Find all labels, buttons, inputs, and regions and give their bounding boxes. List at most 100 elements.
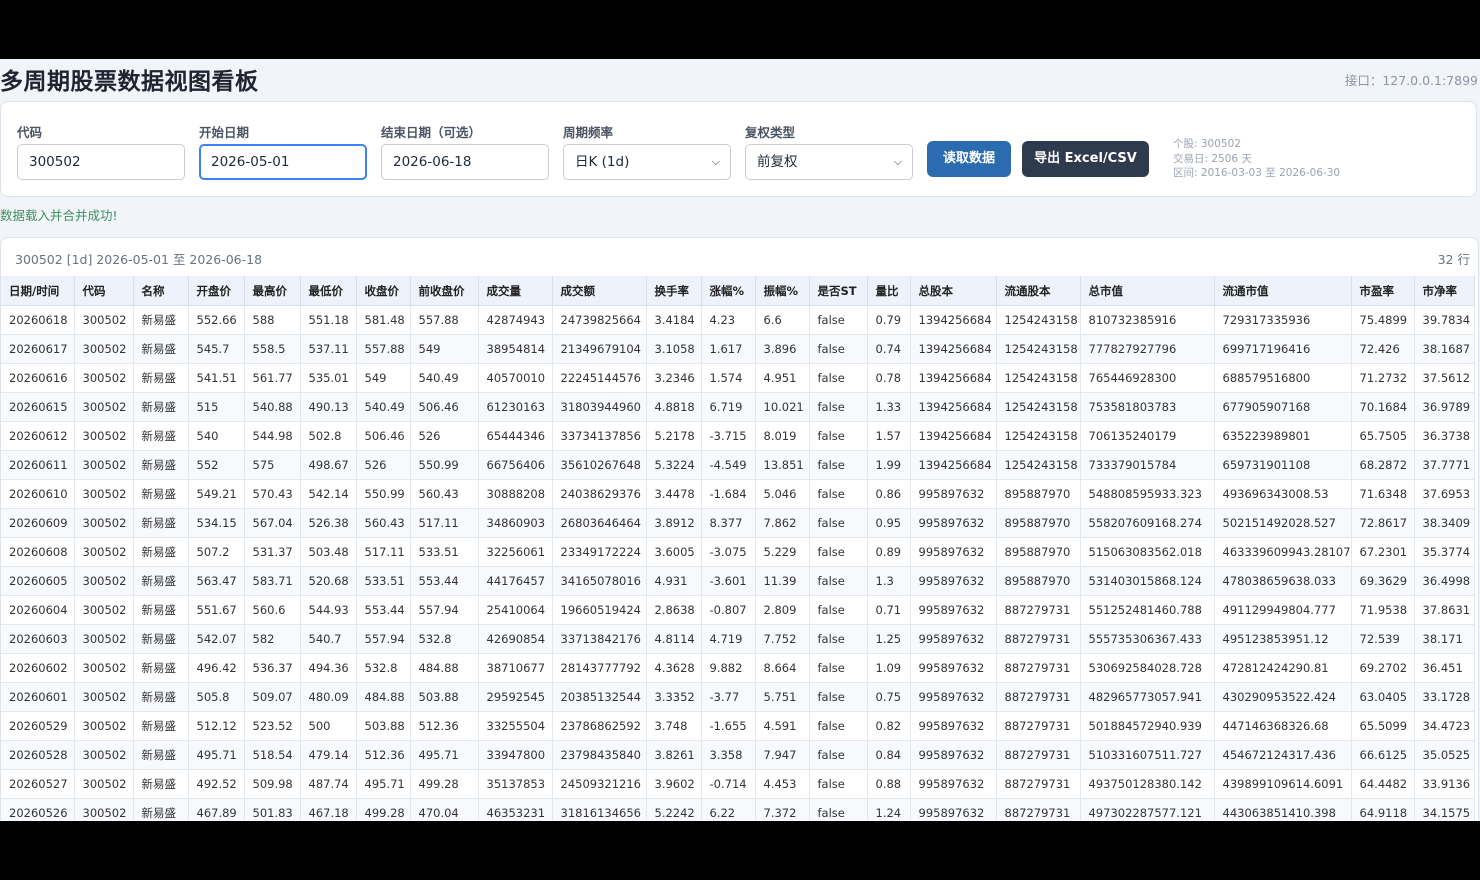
table-row[interactable]: 20260604 300502 新易盛 551.67 560.6 544.93 553.44… (1, 595, 1475, 625)
table-cell: 887279731 (996, 624, 1081, 654)
column-header[interactable]: 流通股本 (996, 276, 1081, 306)
table-cell: 新易盛 (133, 421, 189, 451)
table-cell: 38954814 (478, 334, 553, 364)
table-cell: 6.22 (701, 798, 756, 821)
column-header[interactable]: 最高价 (244, 276, 301, 306)
column-header[interactable]: 收盘价 (356, 276, 411, 306)
table-cell: 31816134656 (552, 798, 647, 821)
column-header[interactable]: 成交量 (478, 276, 553, 306)
column-header[interactable]: 振幅% (755, 276, 810, 306)
table-cell: 44176457 (478, 566, 553, 596)
table-cell: 26803646464 (552, 508, 647, 538)
table-row[interactable]: 20260601 300502 新易盛 505.8 509.07 480.09 484.88… (1, 682, 1475, 712)
column-header[interactable]: 成交额 (552, 276, 647, 306)
stock-data-table: 日期/时间 代码 名称 开盘价 最高价 最低价 收盘价 前收盘价 成交量 成交额 换手率 涨幅% 振幅%… (1, 276, 1475, 821)
table-cell: false (809, 566, 868, 596)
table-cell: 23786862592 (552, 711, 647, 741)
table-cell: 545.7 (188, 334, 245, 364)
table-cell: 659731901108 (1214, 450, 1352, 480)
export-button[interactable]: 导出 Excel/CSV (1022, 141, 1149, 177)
table-row[interactable]: 20260615 300502 新易盛 515 540.88 490.13 540.49 50… (1, 392, 1475, 422)
table-cell: 1.99 (867, 450, 911, 480)
table-cell: 495.71 (356, 769, 411, 799)
adjust-select[interactable]: 前复权 ⌵ (745, 144, 913, 180)
table-row[interactable]: 20260529 300502 新易盛 512.12 523.52 500 503.88 51… (1, 711, 1475, 741)
table-cell: 4.931 (646, 566, 702, 596)
column-header[interactable]: 总股本 (910, 276, 997, 306)
table-cell: 557.88 (356, 334, 411, 364)
table-cell: 567.04 (244, 508, 301, 538)
column-header[interactable]: 量比 (867, 276, 911, 306)
table-cell: 64.9118 (1351, 798, 1415, 821)
table-cell: 507.2 (188, 537, 245, 567)
table-row[interactable]: 20260605 300502 新易盛 563.47 583.71 520.68 533.5… (1, 566, 1475, 596)
table-cell: 37.6953 (1414, 479, 1475, 509)
end-date-input[interactable]: 2026-06-18 (381, 144, 549, 180)
start-date-input[interactable]: 2026-05-01 (199, 144, 367, 180)
table-cell: 1.57 (867, 421, 911, 451)
table-row[interactable]: 20260608 300502 新易盛 507.2 531.37 503.48 517.11… (1, 537, 1475, 567)
column-header[interactable]: 换手率 (646, 276, 702, 306)
table-row[interactable]: 20260617 300502 新易盛 545.7 558.5 537.11 557.88 5… (1, 334, 1475, 364)
table-cell: 551252481460.788 (1080, 595, 1215, 625)
table-cell: 7.372 (755, 798, 810, 821)
table-cell: 20260605 (1, 566, 75, 596)
table-cell: 0.86 (867, 479, 911, 509)
table-cell: 463339609943.28107 (1214, 537, 1352, 567)
column-header[interactable]: 最低价 (300, 276, 357, 306)
table-cell: 300502 (74, 624, 134, 654)
table-cell: 496.42 (188, 653, 245, 683)
table-cell: 1394256684 (910, 363, 997, 393)
table-cell: 新易盛 (133, 740, 189, 770)
table-row[interactable]: 20260527 300502 新易盛 492.52 509.98 487.74 495.7… (1, 769, 1475, 799)
table-row[interactable]: 20260618 300502 新易盛 552.66 588 551.18 581.48 55… (1, 305, 1475, 335)
code-input[interactable]: 300502 (17, 144, 185, 180)
table-cell: 7.752 (755, 624, 810, 654)
column-header[interactable]: 流通市值 (1214, 276, 1352, 306)
table-cell: 549 (410, 334, 479, 364)
table-cell: 531.37 (244, 537, 301, 567)
load-data-button[interactable]: 读取数据 (927, 141, 1011, 177)
column-header[interactable]: 名称 (133, 276, 189, 306)
table-row[interactable]: 20260603 300502 新易盛 542.07 582 540.7 557.94 532… (1, 624, 1475, 654)
table-row[interactable]: 20260609 300502 新易盛 534.15 567.04 526.38 560.4… (1, 508, 1475, 538)
table-cell: 3.4478 (646, 479, 702, 509)
column-header[interactable]: 开盘价 (188, 276, 245, 306)
table-row[interactable]: 20260612 300502 新易盛 540 544.98 502.8 506.46 526… (1, 421, 1475, 451)
table-row[interactable]: 20260611 300502 新易盛 552 575 498.67 526 550.99 66… (1, 450, 1475, 480)
table-row[interactable]: 20260610 300502 新易盛 549.21 570.43 542.14 550.9… (1, 479, 1475, 509)
table-row[interactable]: 20260616 300502 新易盛 541.51 561.77 535.01 549 54… (1, 363, 1475, 393)
table-cell: false (809, 508, 868, 538)
table-cell: 300502 (74, 392, 134, 422)
column-header[interactable]: 市盈率 (1351, 276, 1415, 306)
column-header[interactable]: 总市值 (1080, 276, 1215, 306)
frequency-select[interactable]: 日K (1d) ⌵ (563, 144, 731, 180)
table-row[interactable]: 20260602 300502 新易盛 496.42 536.37 494.36 532.8… (1, 653, 1475, 683)
code-field-group: 代码 300502 (17, 122, 185, 180)
table-cell: 506.46 (356, 421, 411, 451)
start-date-label: 开始日期 (199, 125, 250, 140)
table-cell: 706135240179 (1080, 421, 1215, 451)
table-cell: 557.88 (410, 305, 479, 335)
table-cell: 552.66 (188, 305, 245, 335)
table-cell: 35.3774 (1414, 537, 1475, 567)
table-cell: 895887970 (996, 566, 1081, 596)
column-header[interactable]: 代码 (74, 276, 134, 306)
table-cell: 560.43 (356, 508, 411, 538)
column-header[interactable]: 日期/时间 (1, 276, 75, 306)
table-cell: 509.98 (244, 769, 301, 799)
column-header[interactable]: 是否ST (809, 276, 868, 306)
table-cell: 2.8638 (646, 595, 702, 625)
table-cell: 3.896 (755, 334, 810, 364)
table-row[interactable]: 20260528 300502 新易盛 495.71 518.54 479.14 512.3… (1, 740, 1475, 770)
table-row[interactable]: 20260526 300502 新易盛 467.89 501.83 467.18 499.2… (1, 798, 1475, 821)
table-cell: false (809, 624, 868, 654)
table-cell: 65.7505 (1351, 421, 1415, 451)
column-header[interactable]: 前收盘价 (410, 276, 479, 306)
column-header[interactable]: 涨幅% (701, 276, 756, 306)
table-cell: 6.719 (701, 392, 756, 422)
table-cell: 505.8 (188, 682, 245, 712)
column-header[interactable]: 市净率 (1414, 276, 1475, 306)
table-cell: 新易盛 (133, 537, 189, 567)
table-cell: 19660519424 (552, 595, 647, 625)
